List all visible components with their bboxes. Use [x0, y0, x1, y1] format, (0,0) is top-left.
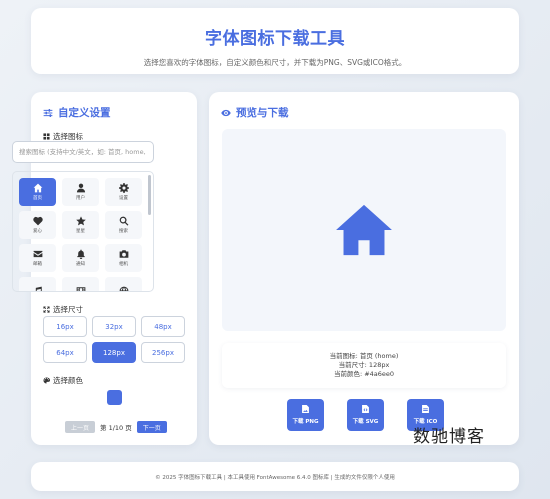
current-icon-text: 当前图标: 首页 (home): [329, 352, 399, 360]
search-icon: [119, 216, 128, 226]
size-option-64[interactable]: 64px: [43, 342, 87, 363]
icon-option-home[interactable]: 首页: [19, 178, 56, 206]
star-icon: [75, 216, 86, 226]
gear-icon: [118, 183, 129, 193]
size-options-row1: 16px 32px 48px: [43, 316, 185, 337]
envelope-icon: [33, 250, 42, 258]
icon-option-search[interactable]: 搜索: [105, 211, 142, 239]
icon-option-camera[interactable]: 相机: [105, 244, 142, 272]
icon-option-globe[interactable]: [105, 277, 142, 291]
download-png-label: 下载 PNG: [292, 419, 319, 425]
icon-option-star[interactable]: 星星: [62, 211, 99, 239]
icon-option-envelope[interactable]: 邮箱: [19, 244, 56, 272]
home-icon: [33, 183, 42, 193]
palette-icon: [43, 377, 50, 384]
icon-option-gear[interactable]: 设置: [105, 178, 142, 206]
current-size-text: 当前尺寸: 128px: [338, 361, 390, 369]
size-options-row2: 64px 128px 256px: [43, 342, 185, 363]
preview-title-text: 预览与下载: [236, 107, 289, 119]
camera-icon: [119, 250, 128, 258]
icon-option-label: 设置: [119, 196, 128, 201]
file-image-icon: [302, 405, 309, 413]
icon-option-label: 星星: [76, 229, 85, 234]
icons-icon: [43, 133, 50, 140]
preview-title: 预览与下载: [221, 105, 289, 120]
icon-option-label: 相机: [119, 262, 128, 267]
bell-icon: [76, 249, 85, 259]
pagination: 上一页 第 1/10 页 下一页: [65, 421, 167, 433]
color-section-label: 选择颜色: [43, 375, 83, 386]
icon-option-film[interactable]: [62, 277, 99, 291]
header-card: 字体图标下载工具 选择您喜欢的字体图标，自定义颜色和尺寸，并下载为PNG、SVG…: [31, 8, 519, 74]
download-svg-label: 下载 SVG: [352, 419, 379, 425]
color-section-label-text: 选择颜色: [53, 376, 83, 385]
home-icon: [336, 204, 392, 256]
size-option-256[interactable]: 256px: [141, 342, 185, 363]
file-icon: [422, 405, 429, 413]
icon-search-input[interactable]: [12, 141, 154, 163]
page-indicator: 第 1/10 页: [100, 424, 132, 432]
icon-option-label: 首页: [33, 196, 42, 201]
icon-option-bell[interactable]: 通知: [62, 244, 99, 272]
download-svg-button[interactable]: 下载 SVG: [347, 399, 384, 431]
icon-grid-inner: 首页 用户 设置 爱心 星星 搜索 邮箱 通知 相机: [19, 178, 142, 291]
icon-option-heart[interactable]: 爱心: [19, 211, 56, 239]
size-option-32[interactable]: 32px: [92, 316, 136, 337]
expand-icon: [43, 306, 50, 313]
size-section-label-text: 选择尺寸: [53, 305, 83, 314]
page-subtitle: 选择您喜欢的字体图标，自定义颜色和尺寸，并下载为PNG、SVG或ICO格式。: [143, 58, 407, 67]
watermark: 数驰博客: [413, 427, 485, 447]
globe-icon: [119, 286, 128, 291]
icon-grid: 首页 用户 设置 爱心 星星 搜索 邮箱 通知 相机: [12, 171, 154, 292]
film-icon: [76, 287, 85, 291]
footer: © 2025 字体图标下载工具 | 本工具使用 FontAwesome 6.4.…: [31, 462, 519, 491]
sliders-icon: [43, 108, 53, 117]
eye-icon: [221, 109, 231, 116]
icon-option-label: 邮箱: [33, 262, 42, 267]
page-title: 字体图标下载工具: [205, 29, 345, 49]
music-icon: [35, 286, 42, 291]
footer-text: © 2025 字体图标下载工具 | 本工具使用 FontAwesome 6.4.…: [155, 474, 395, 481]
icon-option-music[interactable]: [19, 277, 56, 291]
next-page-button[interactable]: 下一页: [136, 421, 167, 433]
size-option-16[interactable]: 16px: [43, 316, 87, 337]
icon-preview-area: [222, 129, 506, 331]
size-option-128[interactable]: 128px: [92, 342, 136, 363]
icon-grid-scrollbar[interactable]: [148, 175, 151, 215]
size-section-label: 选择尺寸: [43, 304, 83, 315]
icon-option-user[interactable]: 用户: [62, 178, 99, 206]
current-color-text: 当前颜色: #4a6ee0: [333, 370, 395, 378]
icon-option-label: 通知: [76, 262, 85, 267]
current-info-box: 当前图标: 首页 (home) 当前尺寸: 128px 当前颜色: #4a6ee…: [222, 343, 506, 388]
icon-option-label: 搜索: [119, 229, 128, 234]
settings-title: 自定义设置: [43, 105, 111, 120]
icon-option-label: 用户: [76, 196, 85, 201]
icon-option-label: 爱心: [33, 229, 42, 234]
download-png-button[interactable]: 下载 PNG: [287, 399, 324, 431]
preview-panel: 预览与下载 当前图标: 首页 (home) 当前尺寸: 128px 当前颜色: …: [209, 92, 519, 445]
size-option-48[interactable]: 48px: [141, 316, 185, 337]
file-code-icon: [362, 405, 369, 413]
prev-page-button[interactable]: 上一页: [65, 421, 96, 433]
color-picker-swatch[interactable]: [107, 390, 122, 405]
heart-icon: [32, 216, 43, 226]
settings-title-text: 自定义设置: [58, 107, 111, 119]
user-icon: [76, 183, 85, 193]
